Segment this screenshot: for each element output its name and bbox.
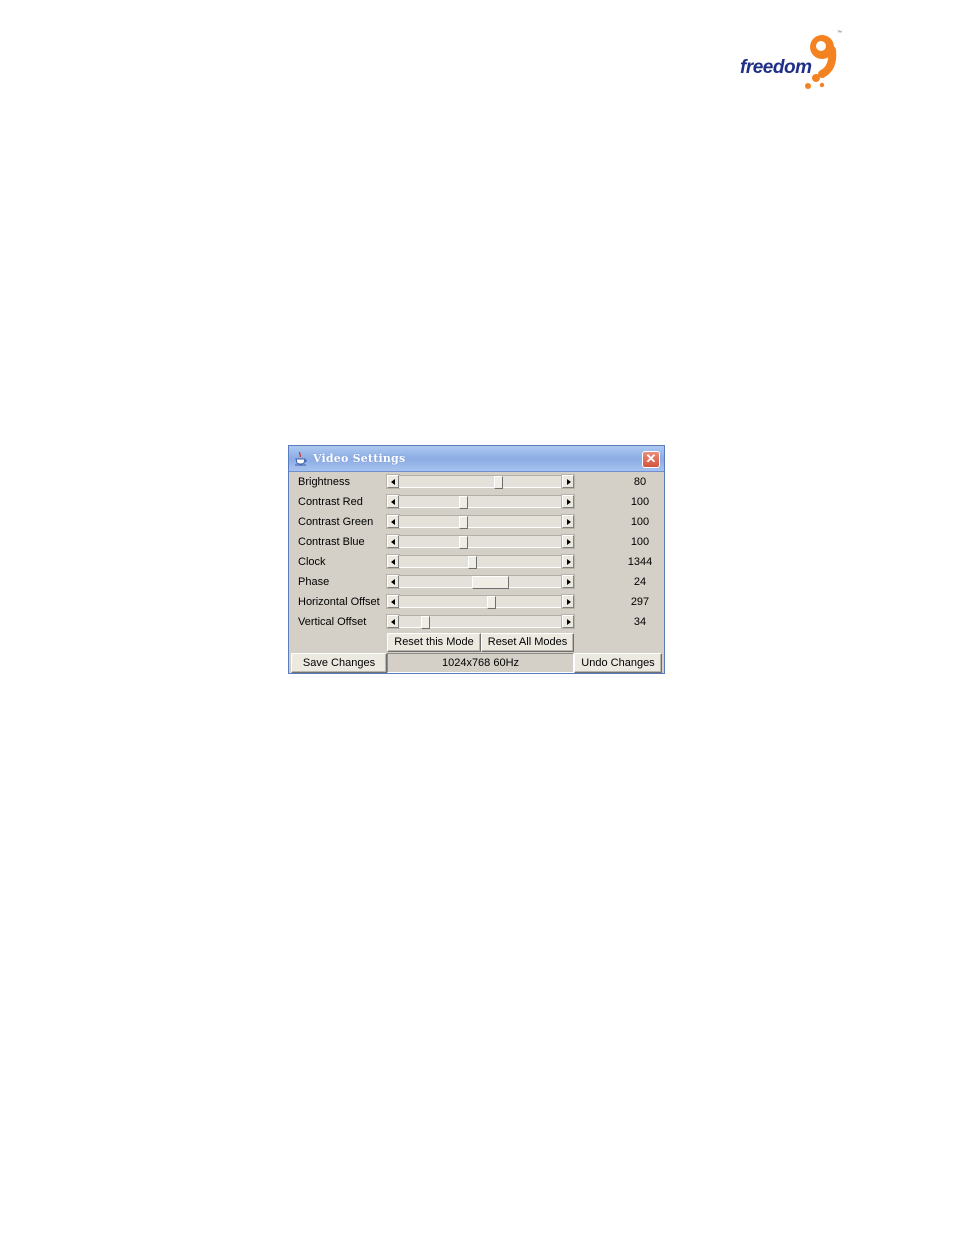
scroll-thumb[interactable] bbox=[468, 556, 477, 569]
scroll-track[interactable] bbox=[399, 535, 562, 549]
close-icon: ✕ bbox=[645, 451, 657, 466]
scroll-left-arrow-icon[interactable] bbox=[386, 554, 400, 569]
setting-value: 100 bbox=[630, 536, 650, 548]
scroll-right-arrow-icon[interactable] bbox=[561, 574, 575, 589]
scroll-left-arrow-icon[interactable] bbox=[386, 514, 400, 529]
setting-row-contrast-green: Contrast Green 100 bbox=[289, 512, 664, 532]
setting-row-phase: Phase 24 bbox=[289, 572, 664, 592]
logo-wordmark: freedom bbox=[740, 57, 812, 78]
scroll-thumb[interactable] bbox=[472, 576, 509, 589]
scroll-right-arrow-icon[interactable] bbox=[561, 534, 575, 549]
undo-changes-button[interactable]: Undo Changes bbox=[574, 653, 662, 673]
scroll-thumb[interactable] bbox=[487, 596, 496, 609]
scroll-thumb[interactable] bbox=[494, 476, 503, 489]
setting-label: Vertical Offset bbox=[298, 616, 367, 628]
scroll-track[interactable] bbox=[399, 515, 562, 529]
scroll-right-arrow-icon[interactable] bbox=[561, 514, 575, 529]
scroll-track[interactable] bbox=[399, 595, 562, 609]
setting-row-brightness: Brightness 80 bbox=[289, 472, 664, 492]
setting-scrollbar[interactable] bbox=[386, 574, 575, 589]
setting-scrollbar[interactable] bbox=[386, 554, 575, 569]
setting-scrollbar[interactable] bbox=[386, 534, 575, 549]
setting-value: 100 bbox=[630, 516, 650, 528]
setting-label: Phase bbox=[298, 576, 330, 588]
setting-scrollbar[interactable] bbox=[386, 594, 575, 609]
scroll-thumb[interactable] bbox=[421, 616, 430, 629]
save-changes-button[interactable]: Save Changes bbox=[291, 653, 387, 673]
close-button[interactable]: ✕ bbox=[642, 451, 660, 468]
setting-label: Horizontal Offset bbox=[298, 596, 380, 608]
scroll-left-arrow-icon[interactable] bbox=[386, 474, 400, 489]
title-bar[interactable]: Video Settings ✕ bbox=[289, 446, 664, 472]
scroll-thumb[interactable] bbox=[459, 496, 468, 509]
scroll-right-arrow-icon[interactable] bbox=[561, 614, 575, 629]
scroll-track[interactable] bbox=[399, 555, 562, 569]
scroll-left-arrow-icon[interactable] bbox=[386, 534, 400, 549]
setting-row-contrast-blue: Contrast Blue 100 bbox=[289, 532, 664, 552]
java-cup-icon bbox=[295, 451, 307, 466]
scroll-right-arrow-icon[interactable] bbox=[561, 554, 575, 569]
setting-value: 100 bbox=[630, 496, 650, 508]
setting-value: 1344 bbox=[627, 556, 653, 568]
reset-all-modes-button[interactable]: Reset All Modes bbox=[481, 633, 574, 652]
scroll-track[interactable] bbox=[399, 475, 562, 489]
setting-row-horizontal-offset: Horizontal Offset 297 bbox=[289, 592, 664, 612]
scroll-track[interactable] bbox=[399, 615, 562, 629]
setting-row-contrast-red: Contrast Red 100 bbox=[289, 492, 664, 512]
setting-scrollbar[interactable] bbox=[386, 474, 575, 489]
setting-row-clock: Clock 1344 bbox=[289, 552, 664, 572]
logo-trademark: ™ bbox=[837, 30, 842, 36]
setting-scrollbar[interactable] bbox=[386, 614, 575, 629]
setting-label: Contrast Blue bbox=[298, 536, 365, 548]
scroll-track[interactable] bbox=[399, 575, 562, 589]
scroll-thumb[interactable] bbox=[459, 516, 468, 529]
scroll-left-arrow-icon[interactable] bbox=[386, 594, 400, 609]
freedom9-logo: freedom ™ bbox=[736, 30, 846, 92]
scroll-right-arrow-icon[interactable] bbox=[561, 474, 575, 489]
scroll-left-arrow-icon[interactable] bbox=[386, 614, 400, 629]
setting-value: 297 bbox=[630, 596, 650, 608]
display-mode-status: 1024x768 60Hz bbox=[387, 653, 574, 673]
setting-value: 80 bbox=[633, 476, 647, 488]
setting-row-vertical-offset: Vertical Offset 34 bbox=[289, 612, 664, 632]
setting-value: 34 bbox=[633, 616, 647, 628]
setting-scrollbar[interactable] bbox=[386, 494, 575, 509]
video-settings-dialog: Video Settings ✕ Brightness 80 Contrast Re… bbox=[288, 445, 665, 674]
logo-nine-graphic bbox=[805, 35, 837, 89]
scroll-right-arrow-icon[interactable] bbox=[561, 494, 575, 509]
scroll-track[interactable] bbox=[399, 495, 562, 509]
reset-this-mode-button[interactable]: Reset this Mode bbox=[387, 633, 481, 652]
window-title: Video Settings bbox=[313, 452, 406, 465]
scroll-left-arrow-icon[interactable] bbox=[386, 574, 400, 589]
scroll-right-arrow-icon[interactable] bbox=[561, 594, 575, 609]
setting-scrollbar[interactable] bbox=[386, 514, 575, 529]
setting-label: Clock bbox=[298, 556, 326, 568]
setting-value: 24 bbox=[633, 576, 647, 588]
scroll-left-arrow-icon[interactable] bbox=[386, 494, 400, 509]
setting-label: Contrast Red bbox=[298, 496, 363, 508]
setting-label: Contrast Green bbox=[298, 516, 374, 528]
scroll-thumb[interactable] bbox=[459, 536, 468, 549]
setting-label: Brightness bbox=[298, 476, 350, 488]
